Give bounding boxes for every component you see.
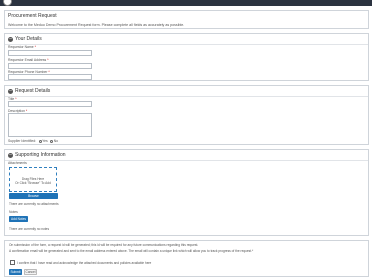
supplier-yes-label: Yes: [42, 139, 48, 143]
no-notes-text: There are currently no notes: [9, 227, 50, 231]
file-drop-zone[interactable]: Drag Files Here Or Click "Browse" To Add: [9, 167, 57, 192]
confirm-checkbox[interactable]: [10, 260, 15, 265]
requestor-name-label: Requestor Name *: [8, 45, 36, 49]
confirmation-email-text: A confirmation email will be generated a…: [9, 249, 254, 253]
supplier-identified-row: Supplier Identified: Yes No: [8, 139, 58, 143]
page-title: Procurement Request: [8, 13, 57, 19]
supplier-no-radio[interactable]: [50, 139, 54, 143]
top-bar: [0, 0, 372, 6]
request-details-header[interactable]: – Request Details: [8, 88, 50, 94]
request-details-section: – Request Details Title * Description * …: [4, 85, 369, 145]
submit-section: On submission of the form, a request id …: [4, 240, 369, 277]
requestor-phone-input[interactable]: [8, 74, 92, 80]
confirm-text: I confirm that I have read and acknowled…: [17, 260, 152, 265]
attachments-label: Attachments: [8, 161, 27, 165]
requestor-email-label: Requestor Email Address *: [8, 58, 49, 62]
cancel-button[interactable]: Cancel: [24, 269, 37, 275]
collapse-minus-icon[interactable]: –: [8, 88, 13, 94]
browse-button[interactable]: Browse: [9, 193, 58, 199]
your-details-header[interactable]: – Your Details: [8, 36, 42, 42]
collapse-minus-icon[interactable]: –: [8, 152, 13, 158]
section-divider: [5, 160, 368, 161]
supporting-information-header[interactable]: – Supporting Information: [8, 152, 66, 158]
supplier-identified-label: Supplier Identified:: [8, 139, 37, 143]
requestor-name-input[interactable]: [8, 50, 92, 56]
supplier-no-label: No: [53, 139, 59, 143]
drop-zone-line2: Or Click "Browse" To Add: [15, 181, 51, 185]
header-panel: Procurement Request Welcome to the Meduo…: [4, 10, 369, 29]
submission-info-text: On submission of the form, a request id …: [9, 243, 199, 247]
intro-text: Welcome to the Meduo Demo Procurement Re…: [8, 23, 185, 27]
your-details-section: – Your Details Requestor Name * Requesto…: [4, 33, 369, 81]
requestor-email-input[interactable]: [8, 63, 92, 69]
supporting-information-title: Supporting Information: [15, 152, 66, 158]
section-divider: [5, 96, 368, 97]
collapse-minus-icon[interactable]: –: [8, 36, 13, 42]
notes-label: Notes: [9, 210, 18, 214]
section-divider: [5, 44, 368, 45]
add-notes-button[interactable]: Add Notes: [9, 216, 28, 222]
logo-icon: [3, 0, 12, 6]
submit-button[interactable]: Submit: [9, 269, 22, 275]
title-input[interactable]: [8, 101, 92, 107]
your-details-title: Your Details: [15, 36, 42, 42]
description-textarea[interactable]: [8, 113, 92, 137]
no-attachments-text: There are currently no attachments: [9, 202, 59, 206]
supporting-information-section: – Supporting Information Attachments Dra…: [4, 149, 369, 236]
request-details-title: Request Details: [15, 88, 51, 94]
